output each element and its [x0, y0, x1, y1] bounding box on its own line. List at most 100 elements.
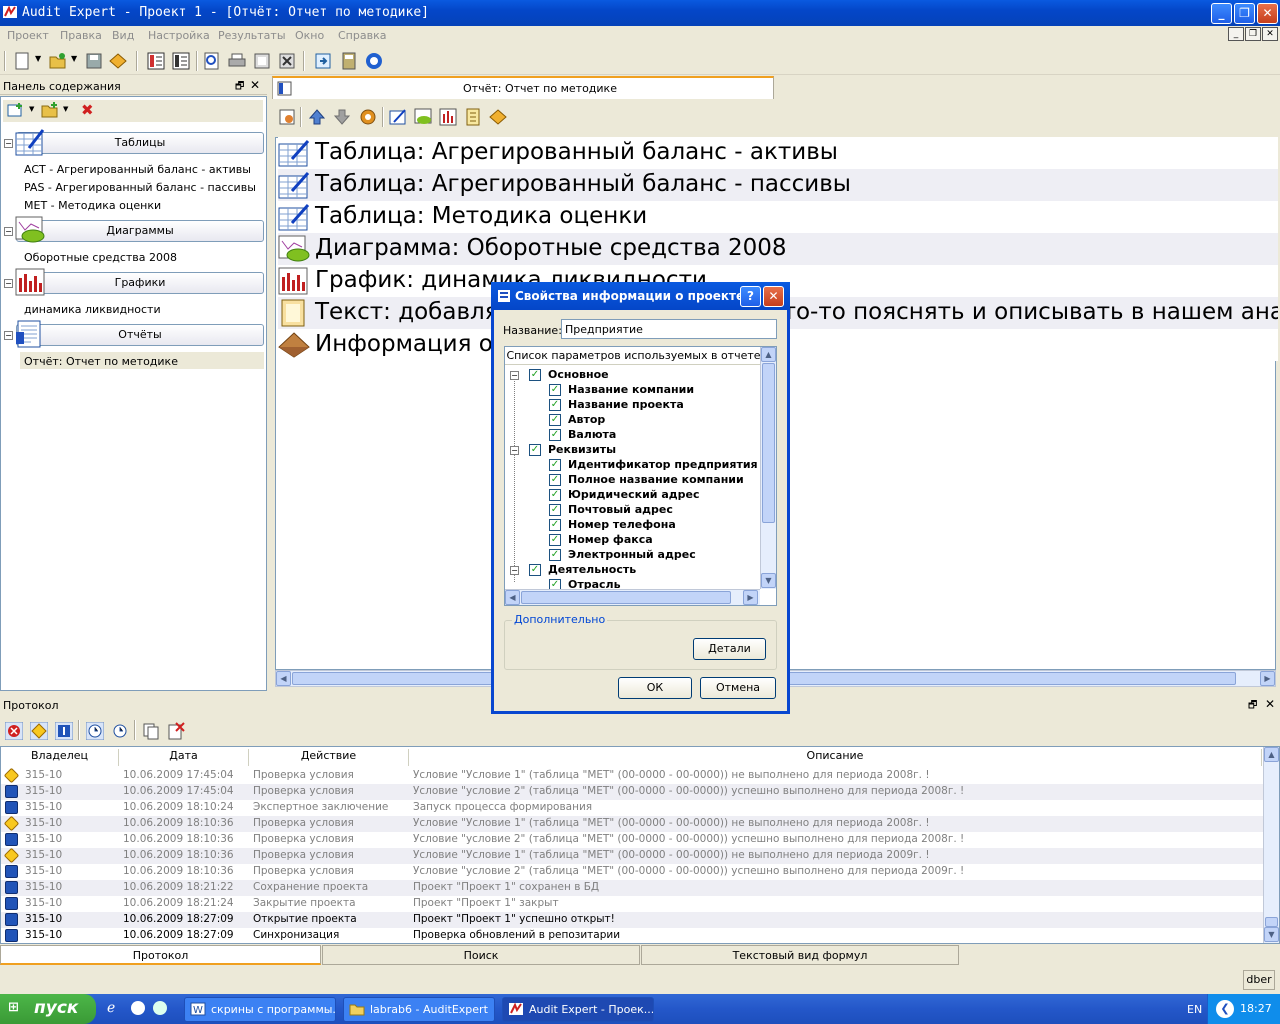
ie-icon[interactable]: ℯ [107, 1000, 115, 1016]
scroll-up-icon[interactable]: ▲ [761, 347, 776, 362]
mdi-minimize-button[interactable]: _ [1228, 27, 1244, 41]
media-player-icon[interactable] [131, 1001, 145, 1015]
insert-text-icon[interactable] [464, 108, 482, 126]
new-file-icon[interactable] [13, 52, 31, 70]
log-row[interactable]: 315-10 10.06.2009 18:21:22 Сохранение прое… [1, 880, 1263, 896]
menu-edit[interactable]: Правка [60, 29, 102, 42]
add-item-icon[interactable] [7, 102, 25, 118]
checkbox-checked[interactable]: ✓ [549, 489, 561, 501]
print-setup-icon[interactable] [253, 52, 271, 70]
refresh-icon[interactable] [314, 52, 332, 70]
checkbox-checked[interactable]: ✓ [549, 579, 561, 589]
tree-node-legal-address[interactable]: Юридический адрес [568, 488, 700, 501]
mdi-restore-button[interactable]: ❐ [1245, 27, 1261, 41]
insert-diagram-icon[interactable] [414, 108, 432, 126]
back-icon[interactable]: ❮ [1216, 1000, 1234, 1018]
copy-icon[interactable] [142, 722, 160, 740]
report-row[interactable]: Диаграмма: Оборотные средства 2008 [278, 233, 1278, 265]
insert-table-icon[interactable] [389, 108, 407, 126]
log-row[interactable]: 315-10 10.06.2009 18:10:36 Проверка услови… [1, 815, 1263, 832]
tree-item-liquidity[interactable]: динамика ликвидности [24, 303, 161, 316]
menu-view[interactable]: Вид [112, 29, 134, 42]
pin-icon[interactable]: 🗗 [1248, 698, 1257, 715]
insert-graph-icon[interactable] [439, 108, 457, 126]
info-filter-icon[interactable] [55, 722, 73, 740]
log-vscrollbar[interactable]: ▲ ▼ [1263, 747, 1279, 943]
collapse-diagrams-icon[interactable]: − [4, 227, 13, 236]
log-row[interactable]: 315-10 10.06.2009 18:10:36 Проверка услови… [1, 832, 1263, 848]
scroll-left-icon[interactable]: ◀ [505, 590, 520, 605]
report-settings-icon[interactable] [278, 108, 296, 126]
log-row[interactable]: 315-10 10.06.2009 18:21:24 Закрытие проект… [1, 896, 1263, 912]
report-tab[interactable]: Отчёт: Отчет по методике [272, 76, 774, 99]
group-tables[interactable]: Таблицы [16, 132, 264, 154]
tab-search[interactable]: Поиск [322, 945, 640, 965]
name-input[interactable] [561, 319, 777, 339]
group-reports[interactable]: Отчёты [16, 324, 264, 346]
column-header-owner[interactable]: Владелец [1, 749, 119, 766]
panel-close-icon[interactable]: ✕ [1265, 697, 1275, 711]
tree-vscrollbar[interactable]: ▲ ▼ [760, 347, 776, 589]
scroll-thumb[interactable] [1265, 917, 1278, 927]
delete-icon[interactable]: ✖ [81, 101, 94, 119]
checkbox-checked[interactable]: ✓ [529, 564, 541, 576]
preview-icon[interactable] [203, 52, 221, 70]
checkbox-checked[interactable]: ✓ [549, 504, 561, 516]
export-icon[interactable] [109, 52, 127, 70]
tree-node-currency[interactable]: Валюта [568, 428, 616, 441]
task-word[interactable]: скрины с программы... [184, 997, 336, 1022]
group-diagrams[interactable]: Диаграммы [16, 220, 264, 242]
sync-icon[interactable] [365, 52, 383, 70]
collapse-graphs-icon[interactable]: − [4, 279, 13, 288]
tree-item-working-capital[interactable]: Оборотные средства 2008 [24, 251, 177, 264]
tab-protocol[interactable]: Протокол [0, 945, 321, 965]
tree-item-met[interactable]: MET - Методика оценки [24, 199, 161, 212]
report-row[interactable]: Таблица: Агрегированный баланс - активы [278, 137, 1278, 169]
tree-node-project-name[interactable]: Название проекта [568, 398, 684, 411]
collapse-basic-icon[interactable]: − [510, 371, 519, 380]
menu-help[interactable]: Справка [338, 29, 386, 42]
column-header-description[interactable]: Описание [409, 749, 1262, 766]
move-down-icon[interactable] [333, 108, 351, 126]
tree-node-requisites[interactable]: Реквизиты [548, 443, 616, 456]
warning-filter-icon[interactable] [30, 722, 48, 740]
tree-item-report[interactable]: Отчёт: Отчет по методике [24, 355, 178, 368]
mdi-close-button[interactable]: ✕ [1262, 27, 1278, 41]
close-button[interactable]: ✕ [1257, 3, 1278, 24]
menu-results[interactable]: Результаты [218, 29, 286, 42]
panel-close-icon[interactable]: ✕ [250, 78, 260, 92]
log-row[interactable]: 315-10 10.06.2009 17:45:04 Проверка услови… [1, 767, 1263, 784]
tree-node-full-name[interactable]: Полное название компании [568, 473, 744, 486]
tab-formulas[interactable]: Текстовый вид формул [641, 945, 959, 965]
clear-log-icon[interactable] [167, 722, 185, 740]
menu-settings[interactable]: Настройка [148, 29, 210, 42]
tree-node-company-name[interactable]: Название компании [568, 383, 694, 396]
tree-node-author[interactable]: Автор [568, 413, 605, 426]
refresh-log-icon[interactable] [111, 722, 129, 740]
tree-node-postal-address[interactable]: Почтовый адрес [568, 503, 673, 516]
scroll-down-icon[interactable]: ▼ [1264, 927, 1279, 942]
checkbox-checked[interactable]: ✓ [549, 549, 561, 561]
dialog-close-button[interactable]: ✕ [763, 286, 784, 307]
tree-item-pas[interactable]: PAS - Агрегированный баланс - пассивы [24, 181, 256, 194]
open-folder-icon[interactable] [49, 52, 67, 70]
tree-node-basic[interactable]: Основное [548, 368, 609, 381]
close-doc-icon[interactable] [278, 52, 296, 70]
checkbox-checked[interactable]: ✓ [549, 534, 561, 546]
column-header-date[interactable]: Дата [119, 749, 249, 766]
menu-project[interactable]: Проект [7, 29, 49, 42]
checkbox-checked[interactable]: ✓ [549, 399, 561, 411]
ok-button[interactable]: ОК [618, 677, 692, 699]
error-filter-icon[interactable] [5, 722, 23, 740]
language-indicator[interactable]: EN [1187, 1003, 1202, 1016]
checkbox-checked[interactable]: ✓ [549, 429, 561, 441]
scroll-right-icon[interactable]: ▶ [1260, 671, 1275, 686]
print-icon[interactable] [228, 52, 246, 70]
folder-dropdown-icon[interactable]: ▼ [63, 105, 68, 113]
checkbox-checked[interactable]: ✓ [529, 369, 541, 381]
log-row[interactable]: 315-10 10.06.2009 18:10:24 Экспертное закл… [1, 800, 1263, 816]
log-row[interactable]: 315-10 10.06.2009 18:10:36 Проверка услови… [1, 864, 1263, 880]
log-row[interactable]: 315-10 10.06.2009 18:10:36 Проверка услови… [1, 847, 1263, 864]
scroll-right-icon[interactable]: ▶ [743, 590, 758, 605]
tree-node-activity[interactable]: Деятельность [548, 563, 636, 576]
